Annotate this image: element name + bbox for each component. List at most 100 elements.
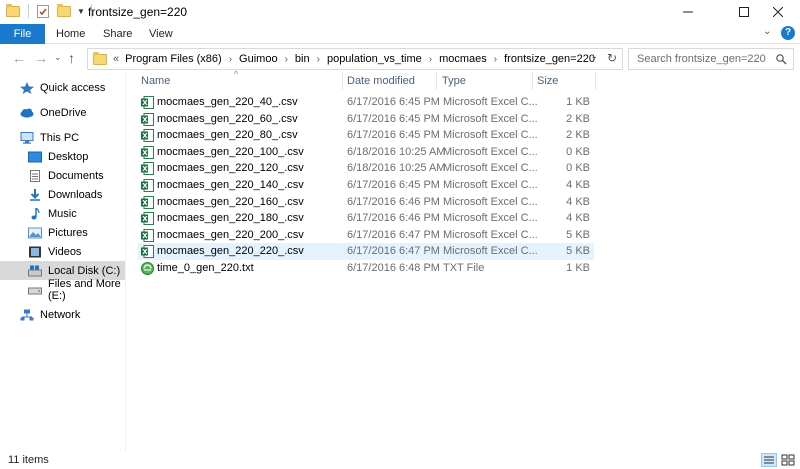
sidebar-item-onedrive[interactable]: OneDrive xyxy=(0,103,125,122)
sidebar-item-label: Videos xyxy=(48,245,82,258)
tab-home[interactable]: Home xyxy=(56,24,85,44)
file-row[interactable]: Xmocmaes_gen_220_160_.csv 6/17/2016 6:46 … xyxy=(138,194,594,211)
breadcrumb-mocmaes[interactable]: mocmaes xyxy=(439,53,487,65)
file-row[interactable]: Xmocmaes_gen_220_140_.csv 6/17/2016 6:45 … xyxy=(138,177,594,194)
file-row[interactable]: Xmocmaes_gen_220_180_.csv 6/17/2016 6:46 … xyxy=(138,210,594,227)
sidebar-item-files-and-more[interactable]: Files and More (E:) xyxy=(0,277,125,302)
tab-view[interactable]: View xyxy=(149,24,173,44)
file-type: Microsoft Excel C... xyxy=(443,162,538,175)
sidebar-item-label: Local Disk (C:) xyxy=(48,264,121,277)
refresh-icon[interactable]: ↻ xyxy=(607,51,617,65)
breadcrumb-bin[interactable]: bin xyxy=(295,53,310,65)
breadcrumb-program-files[interactable]: Program Files (x86) xyxy=(125,53,222,65)
column-divider[interactable] xyxy=(342,72,343,90)
up-arrow-icon[interactable]: ↑ xyxy=(68,50,75,66)
tab-share[interactable]: Share xyxy=(103,24,132,44)
sidebar-item-desktop[interactable]: Desktop xyxy=(0,147,125,166)
chevron-down-icon[interactable]: ⌄ xyxy=(54,52,62,63)
sort-ascending-icon: ^ xyxy=(234,69,239,79)
forward-arrow-icon[interactable]: → xyxy=(34,50,48,66)
details-view-button[interactable] xyxy=(761,453,777,467)
properties-icon[interactable] xyxy=(37,4,49,18)
file-name: mocmaes_gen_220_120_.csv xyxy=(157,162,304,175)
file-row[interactable]: time_0_gen_220.txt 6/17/2016 6:48 PM TXT F… xyxy=(138,260,594,277)
file-date: 6/17/2016 6:46 PM xyxy=(347,195,440,208)
breadcrumb-guimoo[interactable]: Guimoo xyxy=(239,53,278,65)
file-name: mocmaes_gen_220_100_.csv xyxy=(157,145,304,158)
file-type: Microsoft Excel C... xyxy=(443,145,538,158)
address-bar[interactable]: « Program Files (x86) › Guimoo › bin › p… xyxy=(87,48,623,70)
file-name: time_0_gen_220.txt xyxy=(157,262,254,274)
chevron-right-icon[interactable]: › xyxy=(285,54,288,65)
svg-text:X: X xyxy=(142,116,148,124)
details-view-icon xyxy=(764,456,774,464)
excel-icon: X xyxy=(141,195,154,209)
column-header-name[interactable]: Name xyxy=(141,75,170,87)
file-row[interactable]: Xmocmaes_gen_220_120_.csv 6/18/2016 10:25… xyxy=(138,160,594,177)
sidebar-item-music[interactable]: Music xyxy=(0,204,125,223)
status-bar: 11 items xyxy=(0,451,800,469)
chevron-right-icon[interactable]: › xyxy=(317,54,320,65)
file-row[interactable]: Xmocmaes_gen_220_100_.csv 6/18/2016 10:25… xyxy=(138,144,594,161)
svg-text:X: X xyxy=(142,248,148,256)
file-size: 4 KB xyxy=(566,212,590,225)
music-icon xyxy=(28,207,42,220)
new-folder-icon[interactable] xyxy=(57,3,71,17)
chevron-right-icon[interactable]: › xyxy=(494,54,497,65)
excel-icon: X xyxy=(141,112,154,126)
back-arrow-icon[interactable]: ← xyxy=(12,50,26,66)
excel-icon: X xyxy=(141,245,154,259)
excel-icon: X xyxy=(141,179,154,192)
file-name: mocmaes_gen_220_220_.csv xyxy=(157,245,304,258)
sidebar-item-pictures[interactable]: Pictures xyxy=(0,223,125,242)
search-input[interactable]: Search frontsize_gen=220 xyxy=(628,48,794,70)
breadcrumb-population-vs-time[interactable]: population_vs_time xyxy=(327,53,422,65)
column-headers: ^ Name Date modified Type Size xyxy=(128,69,800,90)
file-row[interactable]: Xmocmaes_gen_220_80_.csv 6/17/2016 6:45 P… xyxy=(138,127,594,144)
column-divider[interactable] xyxy=(532,72,533,90)
breadcrumb-frontsize[interactable]: frontsize_gen=220 xyxy=(504,53,595,65)
svg-text:X: X xyxy=(142,132,148,140)
chevron-down-icon[interactable]: ⌄ xyxy=(590,51,598,62)
close-button[interactable] xyxy=(755,0,800,24)
column-header-type[interactable]: Type xyxy=(442,75,466,87)
column-header-size[interactable]: Size xyxy=(537,75,558,87)
minimize-button[interactable] xyxy=(665,0,710,24)
column-divider[interactable] xyxy=(595,72,596,90)
file-row[interactable]: Xmocmaes_gen_220_200_.csv 6/17/2016 6:47 … xyxy=(138,227,594,244)
chevron-down-icon[interactable]: ⌄ xyxy=(763,26,771,37)
chevron-right-icon[interactable]: › xyxy=(429,54,432,65)
file-row[interactable]: Xmocmaes_gen_220_40_.csv 6/17/2016 6:45 P… xyxy=(138,94,594,111)
navigation-pane: Quick access OneDrive This PC Desktop Do… xyxy=(0,72,126,451)
file-row[interactable]: Xmocmaes_gen_220_220_.csv 6/17/2016 6:47 … xyxy=(138,243,594,261)
svg-text:X: X xyxy=(142,99,148,107)
file-size: 2 KB xyxy=(566,129,590,142)
sidebar-item-network[interactable]: Network xyxy=(0,305,125,324)
sidebar-item-videos[interactable]: Videos xyxy=(0,242,125,261)
file-type: TXT File xyxy=(443,262,485,274)
file-row[interactable]: Xmocmaes_gen_220_60_.csv 6/17/2016 6:45 P… xyxy=(138,111,594,128)
sidebar-item-label: Files and More (E:) xyxy=(48,277,121,302)
sidebar-item-downloads[interactable]: Downloads xyxy=(0,185,125,204)
sidebar-item-label: Network xyxy=(40,308,81,321)
folder-icon[interactable] xyxy=(6,3,20,17)
file-type: Microsoft Excel C... xyxy=(443,195,538,208)
file-name: mocmaes_gen_220_140_.csv xyxy=(157,179,304,191)
file-size: 4 KB xyxy=(566,195,590,208)
address-row: ← → ⌄ ↑ « Program Files (x86) › Guimoo ›… xyxy=(0,44,800,72)
chevron-down-icon[interactable]: ▼ xyxy=(77,7,85,16)
file-date: 6/17/2016 6:45 PM xyxy=(347,179,440,191)
sidebar-item-documents[interactable]: Documents xyxy=(0,166,125,185)
file-type: Microsoft Excel C... xyxy=(443,212,538,225)
help-icon[interactable]: ? xyxy=(781,26,795,40)
overflow-chevron-icon[interactable]: « xyxy=(113,53,119,65)
sidebar-item-this-pc[interactable]: This PC xyxy=(0,128,125,147)
pictures-icon xyxy=(28,227,42,239)
large-icons-view-button[interactable] xyxy=(780,453,796,467)
sidebar-item-quick-access[interactable]: Quick access xyxy=(0,78,125,97)
column-header-date[interactable]: Date modified xyxy=(347,75,415,87)
window-title: frontsize_gen=220 xyxy=(88,5,188,19)
column-divider[interactable] xyxy=(436,72,437,90)
chevron-right-icon[interactable]: › xyxy=(229,54,232,65)
tab-file[interactable]: File xyxy=(0,24,45,44)
